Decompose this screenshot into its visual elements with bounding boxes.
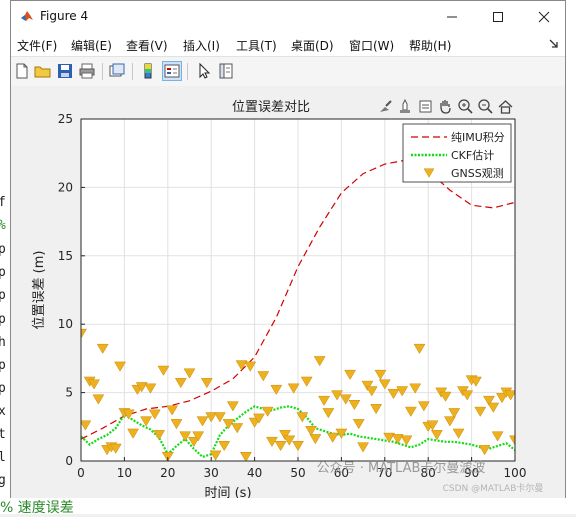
matlab-logo-icon	[20, 9, 34, 23]
link-data-icon[interactable]	[108, 62, 126, 80]
y-axis-label: 位置误差 (m)	[32, 251, 47, 330]
y-tick-label: 20	[58, 180, 73, 194]
x-tick-label: 100	[504, 466, 527, 480]
background-code-char: p	[0, 312, 6, 327]
y-tick-label: 15	[58, 249, 73, 263]
figure-window: Figure 4 文件(F) 编辑(E) 查看(V) 插入(I) 工具(T) 桌…	[10, 0, 566, 501]
background-code-char: p	[0, 265, 6, 280]
menu-bar: 文件(F) 编辑(E) 查看(V) 插入(I) 工具(T) 桌面(D) 窗口(W…	[11, 32, 565, 56]
save-icon[interactable]	[56, 62, 74, 80]
menu-edit[interactable]: 编辑(E)	[71, 37, 112, 54]
x-tick-label: 40	[247, 466, 262, 480]
print-icon[interactable]	[78, 62, 96, 80]
minimize-icon	[447, 16, 457, 17]
background-code-char: p	[0, 381, 6, 396]
x-axis-label: 时间 (s)	[204, 486, 251, 498]
maximize-icon	[493, 11, 503, 22]
legend-label: CKF估计	[451, 149, 494, 162]
menu-tools[interactable]: 工具(T)	[236, 37, 277, 54]
export-icon[interactable]	[417, 98, 434, 115]
x-tick-label: 50	[290, 466, 305, 480]
chart-title: 位置误差对比	[232, 100, 310, 115]
legend-label: GNSS观测	[451, 167, 504, 180]
menu-insert[interactable]: 插入(I)	[183, 37, 220, 54]
legend-label: 纯IMU积分	[451, 131, 505, 144]
window-title: Figure 4	[40, 9, 89, 23]
property-inspector-icon[interactable]	[217, 62, 235, 80]
dock-arrow-icon[interactable]	[549, 39, 559, 49]
open-file-icon[interactable]	[34, 62, 52, 80]
menu-help[interactable]: 帮助(H)	[409, 37, 451, 54]
background-code-char: h	[0, 335, 6, 350]
zoom-out-icon[interactable]	[477, 98, 494, 115]
x-tick-label: 10	[117, 466, 132, 480]
close-button[interactable]	[521, 1, 567, 32]
background-bottom-strip: % 速度误差	[0, 498, 576, 516]
menu-desktop[interactable]: 桌面(D)	[291, 37, 334, 54]
background-code-char: t	[0, 427, 6, 442]
menu-file[interactable]: 文件(F)	[17, 37, 57, 54]
watermark-text: 公众号 · MATLAB卡尔曼滤波	[317, 461, 486, 476]
background-code-char: p	[0, 242, 6, 257]
chart-canvas: 位置误差对比 0 10 20 30 40 50 60 70 80 90 1000510152025 …	[32, 100, 544, 501]
background-code-char: g	[0, 473, 6, 488]
background-right-strip	[566, 0, 576, 514]
legend[interactable]: 纯IMU积分 CKF估计 GNSS观测	[402, 123, 512, 183]
background-code-char: f	[0, 195, 6, 210]
y-tick-label: 5	[65, 386, 73, 400]
toolbar-separator	[187, 63, 188, 80]
background-code-char: x	[0, 404, 6, 419]
x-tick-label: 20	[160, 466, 175, 480]
pan-icon[interactable]	[437, 98, 454, 115]
title-bar: Figure 4	[11, 1, 565, 32]
background-comment: % 速度误差	[0, 500, 74, 516]
x-tick-label: 0	[77, 466, 85, 480]
data-tips-icon[interactable]	[397, 98, 414, 115]
figure-area: 位置误差对比 0 10 20 30 40 50 60 70 80 90 100 0 5 10 15 20 25 …	[11, 86, 565, 501]
restore-view-icon[interactable]	[497, 98, 514, 115]
maximize-button[interactable]	[475, 1, 521, 32]
y-tick-label: 0	[65, 454, 73, 468]
new-figure-icon[interactable]	[13, 62, 31, 80]
background-code-char: p	[0, 358, 6, 373]
colorbar-icon[interactable]	[139, 62, 157, 80]
edit-plot-icon[interactable]	[195, 62, 213, 80]
close-icon	[538, 11, 550, 22]
toolbar-separator	[102, 63, 103, 80]
menu-view[interactable]: 查看(V)	[126, 37, 168, 54]
toolbar-separator	[132, 63, 133, 80]
background-code-char: %	[0, 218, 6, 233]
watermark-caption: CSDN @MATLAB卡尔曼	[443, 482, 544, 494]
y-tick-label: 25	[58, 112, 73, 126]
background-code-char: p	[0, 288, 6, 303]
brush-icon[interactable]	[377, 98, 394, 115]
legend-icon[interactable]	[162, 61, 182, 81]
figure-toolbar	[11, 56, 565, 87]
y-tick-label: 10	[58, 317, 73, 331]
zoom-in-icon[interactable]	[457, 98, 474, 115]
background-code-char: l	[0, 450, 6, 465]
x-tick-label: 30	[204, 466, 219, 480]
minimize-button[interactable]	[429, 1, 475, 32]
menu-window[interactable]: 窗口(W)	[349, 37, 394, 54]
